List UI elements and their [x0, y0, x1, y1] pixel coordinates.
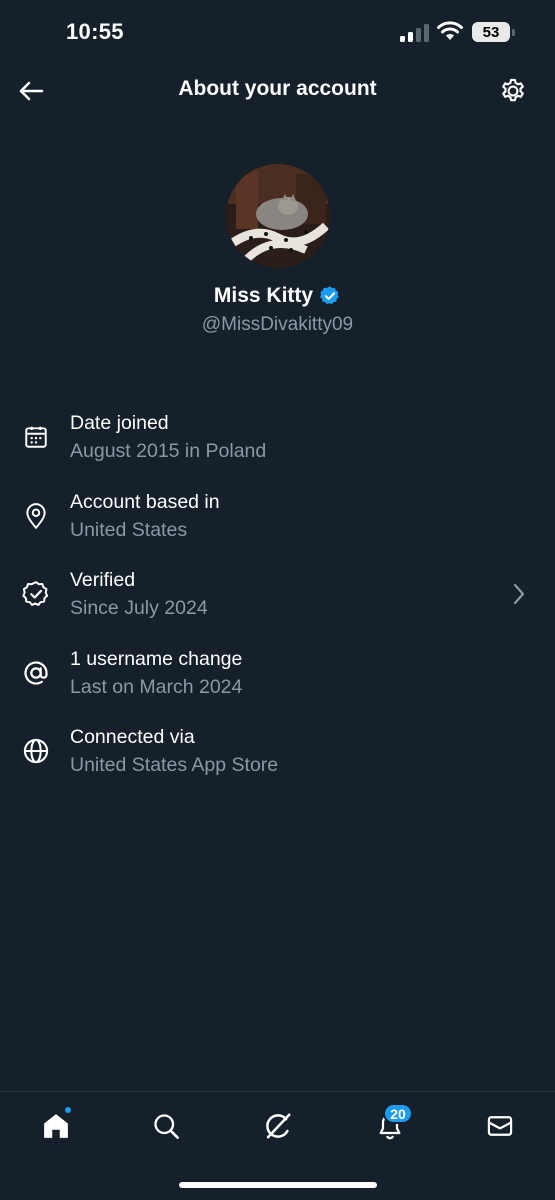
avatar[interactable] [226, 164, 330, 268]
row-title: Connected via [70, 726, 195, 748]
chevron-right-icon [506, 579, 532, 609]
battery-tip [512, 29, 515, 36]
info-row-verified[interactable]: Verified Since July 2024 [0, 557, 555, 636]
status-bar: 10:55 53 [0, 0, 555, 66]
calendar-icon [21, 422, 51, 452]
battery-icon: 53 [472, 22, 510, 42]
mail-icon [487, 1116, 513, 1136]
info-row-username-changes: 1 username change Last on March 2024 [0, 636, 555, 715]
wifi-icon [436, 21, 464, 46]
info-row-connected-via: Connected via United States App Store [0, 714, 555, 793]
globe-icon [21, 736, 51, 766]
top-header: About your account [0, 66, 555, 114]
verified-badge-icon [21, 579, 51, 609]
search-icon [154, 1114, 179, 1139]
home-indicator[interactable] [179, 1182, 377, 1188]
row-subtitle: Since July 2024 [70, 597, 208, 619]
status-time: 10:55 [66, 19, 124, 44]
row-subtitle: United States [70, 518, 188, 541]
nav-search[interactable] [146, 1106, 186, 1146]
new-posts-dot [64, 1106, 72, 1114]
about-account-screen: 10:55 53 About your account Miss Kitty @… [0, 0, 555, 1200]
gear-icon [502, 78, 524, 102]
nav-notifications[interactable]: 20 [370, 1103, 413, 1146]
nav-messages[interactable] [480, 1106, 520, 1146]
cellular-signal-icon [400, 24, 429, 42]
notifications-badge: 20 [383, 1103, 413, 1124]
location-pin-icon [21, 501, 51, 531]
info-row-account-based-in: Account based in United States [0, 479, 555, 558]
row-title: Account based in [70, 490, 220, 513]
verified-check-icon [320, 286, 339, 305]
settings-button[interactable] [496, 74, 530, 108]
home-icon [44, 1114, 68, 1138]
account-info-list: Date joined August 2015 in Poland Accoun… [0, 400, 555, 793]
page-title: About your account [178, 77, 377, 100]
username-handle: @MissDivakitty09 [201, 314, 354, 335]
nav-grok[interactable] [258, 1106, 298, 1146]
row-title: Date joined [70, 412, 169, 434]
at-sign-icon [21, 658, 51, 688]
grok-icon [266, 1113, 291, 1139]
row-title: Verified [70, 569, 136, 591]
display-name-row: Miss Kitty [0, 284, 555, 308]
info-row-date-joined: Date joined August 2015 in Poland [0, 400, 555, 479]
nav-home[interactable] [36, 1106, 76, 1146]
row-title: 1 username change [70, 647, 243, 670]
row-subtitle: Last on March 2024 [70, 675, 243, 698]
row-subtitle: United States App Store [70, 754, 279, 776]
display-name: Miss Kitty [213, 284, 314, 307]
row-subtitle: August 2015 in Poland [70, 440, 267, 462]
